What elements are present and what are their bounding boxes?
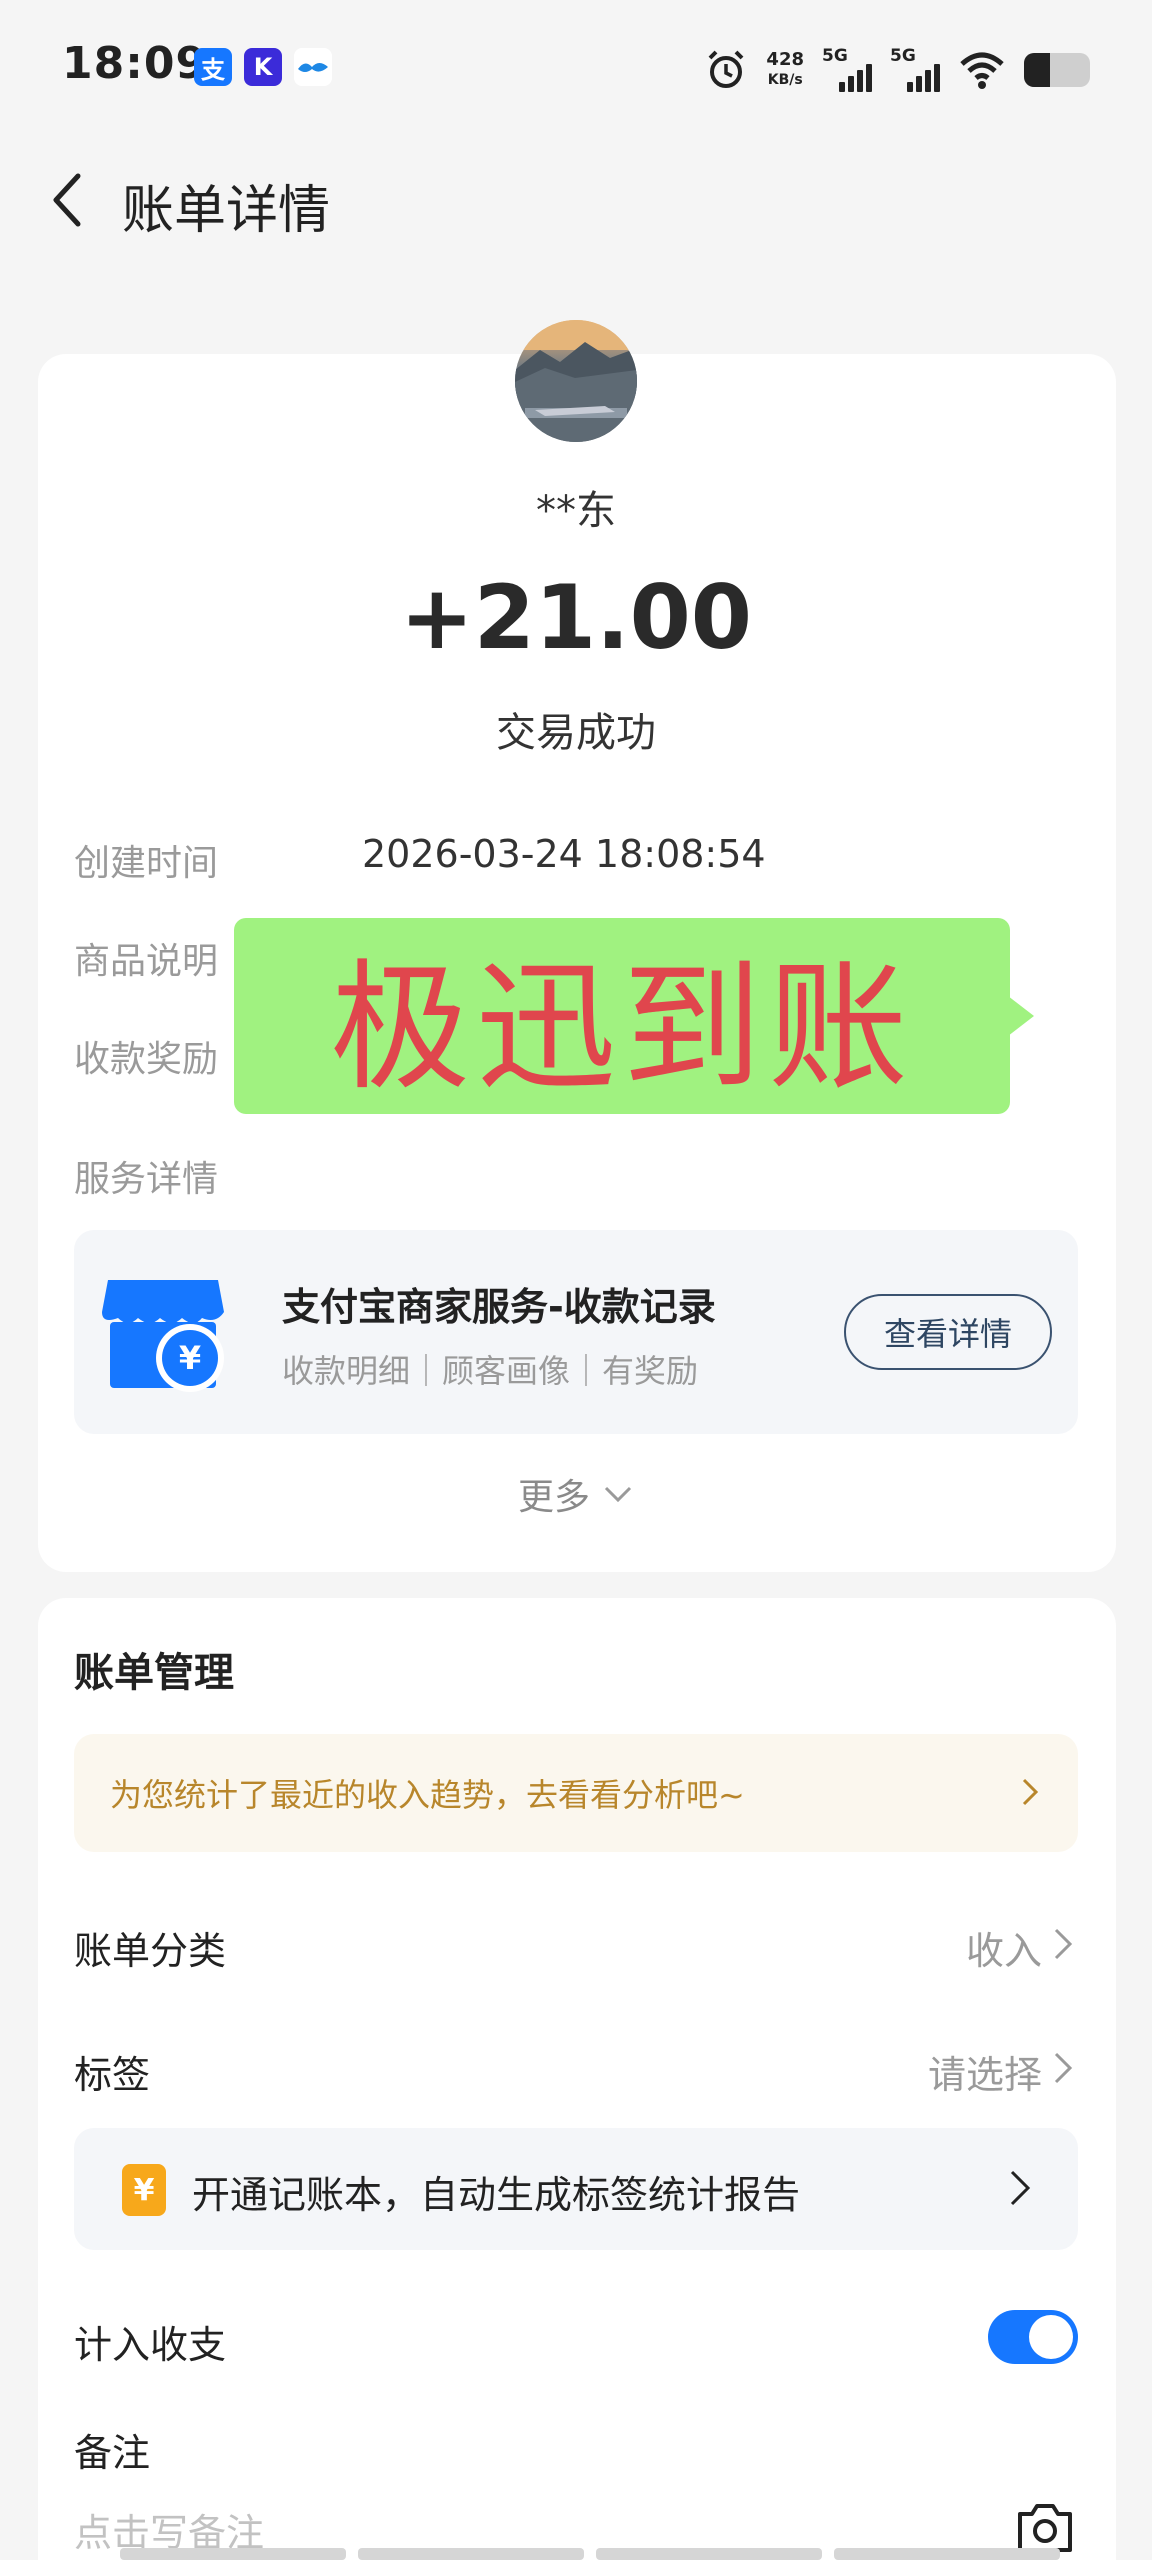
more-button[interactable]: 更多 <box>0 1468 1152 1520</box>
network-speed: 428 KB/s <box>766 50 804 90</box>
view-details-button[interactable]: 查看详情 <box>844 1294 1052 1370</box>
alipay-icon: 支 <box>194 48 232 86</box>
transaction-amount: +21.00 <box>399 566 753 669</box>
ledger-banner[interactable]: ¥ 开通记账本，自动生成标签统计报告 <box>74 2128 1078 2250</box>
page-title: 账单详情 <box>122 181 331 241</box>
merchant-service-panel[interactable]: ¥ 支付宝商家服务-收款记录 收款明细｜顾客画像｜有奖励 查看详情 <box>74 1230 1078 1434</box>
app-bird-icon <box>294 48 332 86</box>
transaction-status: 交易成功 <box>496 710 656 756</box>
tag-value[interactable]: 请选择 <box>928 2044 1042 2099</box>
include-income-label: 计入收支 <box>74 2323 227 2367</box>
status-bar: 18:09 支 K 428 KB/s 5G 5G <box>0 0 1152 140</box>
include-income-toggle[interactable] <box>988 2310 1078 2364</box>
note-label: 备注 <box>74 2431 151 2475</box>
payer-name: **东 <box>536 488 616 534</box>
reward-label: 收款奖励 <box>74 1039 219 1080</box>
chevron-right-icon <box>1022 1778 1039 1806</box>
app-k-icon: K <box>244 48 282 86</box>
tag-label: 标签 <box>74 2053 151 2097</box>
more-label: 更多 <box>517 1477 590 1518</box>
speed-value: 428 <box>766 49 804 70</box>
service-detail-label: 服务详情 <box>74 1159 219 1200</box>
status-time: 18:09 <box>62 38 208 89</box>
header: 账单详情 <box>0 140 1152 260</box>
overlay-banner: 极迅到账 <box>234 918 1034 1114</box>
bill-management-title: 账单管理 <box>74 1650 234 1696</box>
signal-5g-2: 5G <box>890 46 940 92</box>
chevron-right-icon <box>1010 2170 1031 2206</box>
alarm-icon <box>709 50 744 88</box>
chevron-right-icon[interactable] <box>1046 1924 1078 1964</box>
ledger-text: 开通记账本，自动生成标签统计报告 <box>192 2173 801 2217</box>
service-title: 支付宝商家服务-收款记录 <box>282 1285 716 1329</box>
bill-category-value[interactable]: 收入 <box>966 1920 1042 1975</box>
service-subtitle: 收款明细｜顾客画像｜有奖励 <box>282 1352 699 1390</box>
overlay-text: 极迅到账 <box>329 947 914 1110</box>
created-time-label: 创建时间 <box>74 843 219 884</box>
battery-icon <box>1024 53 1090 87</box>
trend-text: 为您统计了最近的收入趋势，去看看分析吧~ <box>110 1776 745 1814</box>
store-icon: ¥ <box>102 1280 224 1392</box>
svg-text:¥: ¥ <box>179 1339 201 1377</box>
signal-5g-1: 5G <box>822 46 872 92</box>
chevron-down-icon <box>604 1486 632 1503</box>
status-right: 428 KB/s 5G 5G <box>704 40 1090 100</box>
wifi-icon <box>960 52 1004 89</box>
chevron-right-icon[interactable] <box>1046 2048 1078 2088</box>
product-desc-label: 商品说明 <box>74 941 219 982</box>
speed-unit: KB/s <box>767 72 803 88</box>
bottom-bar <box>120 2548 1060 2560</box>
income-trend-banner[interactable]: 为您统计了最近的收入趋势，去看看分析吧~ <box>74 1734 1078 1852</box>
bill-category-label: 账单分类 <box>74 1929 227 1973</box>
avatar <box>515 320 637 442</box>
ledger-icon: ¥ <box>122 2164 166 2216</box>
created-time-value: 2026-03-24 18:08:54 <box>362 832 766 876</box>
back-icon[interactable] <box>40 170 100 230</box>
